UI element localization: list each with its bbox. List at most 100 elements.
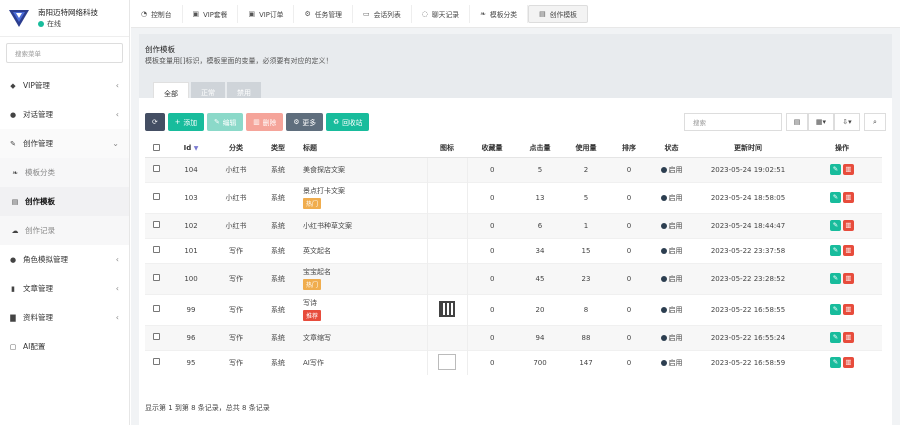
tab-task-manage[interactable]: ⚙ 任务管理: [294, 4, 353, 23]
row-checkbox[interactable]: [152, 246, 160, 253]
row-edit-button[interactable]: ✎: [830, 220, 841, 231]
row-delete-button[interactable]: ▥: [843, 164, 854, 175]
tab-template-category[interactable]: ❧ 模板分类: [470, 4, 529, 23]
cell-category: 写作: [215, 349, 257, 375]
online-status: 在线: [38, 19, 98, 29]
cell-status[interactable]: 启用: [649, 293, 694, 325]
row-checkbox[interactable]: [152, 333, 160, 340]
menu-search-input[interactable]: 搜索菜单: [6, 43, 123, 63]
cell-uses: 15: [563, 237, 609, 263]
cell-title: 文章缩写: [299, 324, 427, 350]
comment-icon: ☁: [11, 226, 19, 235]
cell-actions: ✎ ▥: [802, 262, 882, 294]
more-button[interactable]: ⚙ 更多: [286, 113, 323, 131]
row-edit-button[interactable]: ✎: [830, 273, 841, 284]
cell-uses: 23: [563, 262, 609, 294]
add-button[interactable]: + 添加: [167, 113, 204, 131]
tab-creation-template[interactable]: ▤ 创作模板: [528, 4, 588, 23]
sidebar-item-ai-config[interactable]: ▢ AI配置: [0, 332, 129, 361]
cell-type: 系统: [257, 237, 299, 263]
cell-sort: 0: [609, 156, 649, 182]
table-row[interactable]: 103 小红书 系统 景点打卡文案 热门 0 13 5 0 启用 2023-05-24 18:58:…: [145, 181, 882, 213]
table-row[interactable]: 104 小红书 系统 美食探店文案 0 5 2 0 启用 2023-05-24 19:02:51 ✎…: [145, 156, 882, 182]
table-row[interactable]: 95 写作 系统 AI写作 0 700 147 0 启用 2023-05-22 16:58:59 ✎…: [145, 349, 882, 375]
edit-button[interactable]: ✎ 编辑: [207, 113, 244, 131]
row-delete-button[interactable]: ▥: [843, 357, 854, 369]
row-delete-button[interactable]: ▥: [843, 273, 854, 284]
row-checkbox[interactable]: [152, 221, 160, 228]
cell-sort: 0: [609, 349, 649, 375]
tab-chat-records[interactable]: ◌ 聊天记录: [412, 4, 471, 23]
sidebar-item-vip[interactable]: ◆ VIP管理 ‹: [0, 71, 129, 100]
tab-dashboard[interactable]: ◔ 控制台: [131, 4, 183, 23]
tab-vip-orders[interactable]: ▣ VIP订单: [238, 4, 295, 23]
row-select[interactable]: [145, 349, 167, 375]
sidebar-item-creation-records[interactable]: ☁ 创作记录: [0, 216, 129, 245]
cell-title: 宝宝起名 热门: [299, 262, 427, 294]
row-delete-button[interactable]: ▥: [843, 192, 854, 203]
sidebar-item-chat[interactable]: ● 对话管理 ‹: [0, 100, 129, 129]
row-select[interactable]: [145, 324, 167, 350]
row-checkbox[interactable]: [152, 358, 160, 366]
cell-updated: 2023-05-24 18:44:47: [694, 212, 802, 238]
tab-vip-package[interactable]: ▣ VIP套餐: [183, 4, 239, 23]
recycle-button[interactable]: ♻ 回收站: [326, 113, 370, 131]
select-all-header[interactable]: [145, 140, 167, 158]
col-clicks: 点击量: [517, 140, 563, 158]
search-toggle-button[interactable]: ⌕: [864, 113, 886, 131]
table-row[interactable]: 100 写作 系统 宝宝起名 热门 0 45 23 0 启用 2023-05-22 23:28:52…: [145, 262, 882, 294]
table-row[interactable]: 102 小红书 系统 小红书种草文案 0 6 1 0 启用 2023-05-24 18:44:47…: [145, 212, 882, 238]
sidebar-item-roleplay[interactable]: ● 角色模拟管理 ‹: [0, 245, 129, 274]
sidebar-item-creation[interactable]: ✎ 创作管理 ⌄: [0, 129, 129, 158]
row-checkbox[interactable]: [152, 193, 160, 200]
delete-button[interactable]: ▥ 删除: [246, 113, 284, 131]
cell-status[interactable]: 启用: [649, 262, 694, 294]
row-checkbox[interactable]: [152, 305, 160, 312]
row-delete-button[interactable]: ▥: [843, 220, 854, 231]
cell-status[interactable]: 启用: [649, 324, 694, 350]
row-edit-button[interactable]: ✎: [830, 357, 841, 369]
tab-session-list[interactable]: ▭ 会话列表: [353, 4, 412, 23]
title-text: 美食探店文案: [303, 165, 345, 174]
table-row[interactable]: 99 写作 系统 写诗 推荐 0 20 8 0 启用 2023-05-22 16:58:55 ✎ ▥: [145, 293, 882, 325]
cell-actions: ✎ ▥: [802, 237, 882, 263]
sidebar-item-articles[interactable]: ▮ 文章管理 ‹: [0, 274, 129, 303]
cell-status[interactable]: 启用: [649, 349, 694, 375]
col-uses: 使用量: [563, 140, 609, 158]
col-id[interactable]: Id ▼: [167, 140, 215, 158]
row-edit-button[interactable]: ✎: [830, 304, 841, 315]
cell-status[interactable]: 启用: [649, 156, 694, 182]
row-select[interactable]: [145, 156, 167, 182]
row-select[interactable]: [145, 181, 167, 213]
col-status: 状态: [649, 140, 694, 158]
cell-status[interactable]: 启用: [649, 181, 694, 213]
row-edit-button[interactable]: ✎: [830, 332, 841, 343]
cell-icon: [426, 324, 468, 350]
table-row[interactable]: 96 写作 系统 文章缩写 0 94 88 0 启用 2023-05-22 16:55:24 ✎ ▥: [145, 324, 882, 350]
cell-status[interactable]: 启用: [649, 237, 694, 263]
row-select[interactable]: [145, 212, 167, 238]
template-table: Id ▼ 分类 类型 标题 图标 收藏量 点击量 使用量 排序 状态 更新时间 …: [145, 140, 882, 375]
row-delete-button[interactable]: ▥: [843, 304, 854, 315]
row-select[interactable]: [145, 237, 167, 263]
columns-button[interactable]: ▦▾: [808, 113, 834, 131]
row-edit-button[interactable]: ✎: [830, 245, 841, 256]
cell-status[interactable]: 启用: [649, 212, 694, 238]
table-row[interactable]: 101 写作 系统 英文起名 0 34 15 0 启用 2023-05-22 23:37:58 ✎ ▥: [145, 237, 882, 263]
row-delete-button[interactable]: ▥: [843, 332, 854, 343]
sidebar-item-template-category[interactable]: ❧ 模板分类: [0, 158, 129, 187]
toggle-view-button[interactable]: ▤: [786, 113, 808, 131]
row-edit-button[interactable]: ✎: [830, 192, 841, 203]
row-edit-button[interactable]: ✎: [830, 164, 841, 175]
row-delete-button[interactable]: ▥: [843, 245, 854, 256]
row-select[interactable]: [145, 262, 167, 294]
search-input[interactable]: 搜索: [684, 113, 782, 131]
export-button[interactable]: ⇩▾: [834, 113, 860, 131]
row-select[interactable]: [145, 293, 167, 325]
refresh-button[interactable]: ⟳: [145, 113, 165, 131]
sidebar-item-materials[interactable]: ▇ 资料管理 ‹: [0, 303, 129, 332]
row-checkbox[interactable]: [152, 165, 160, 172]
row-checkbox[interactable]: [152, 274, 160, 281]
sidebar-item-template[interactable]: ▤ 创作模板: [0, 187, 129, 216]
select-all-checkbox[interactable]: [152, 143, 160, 151]
